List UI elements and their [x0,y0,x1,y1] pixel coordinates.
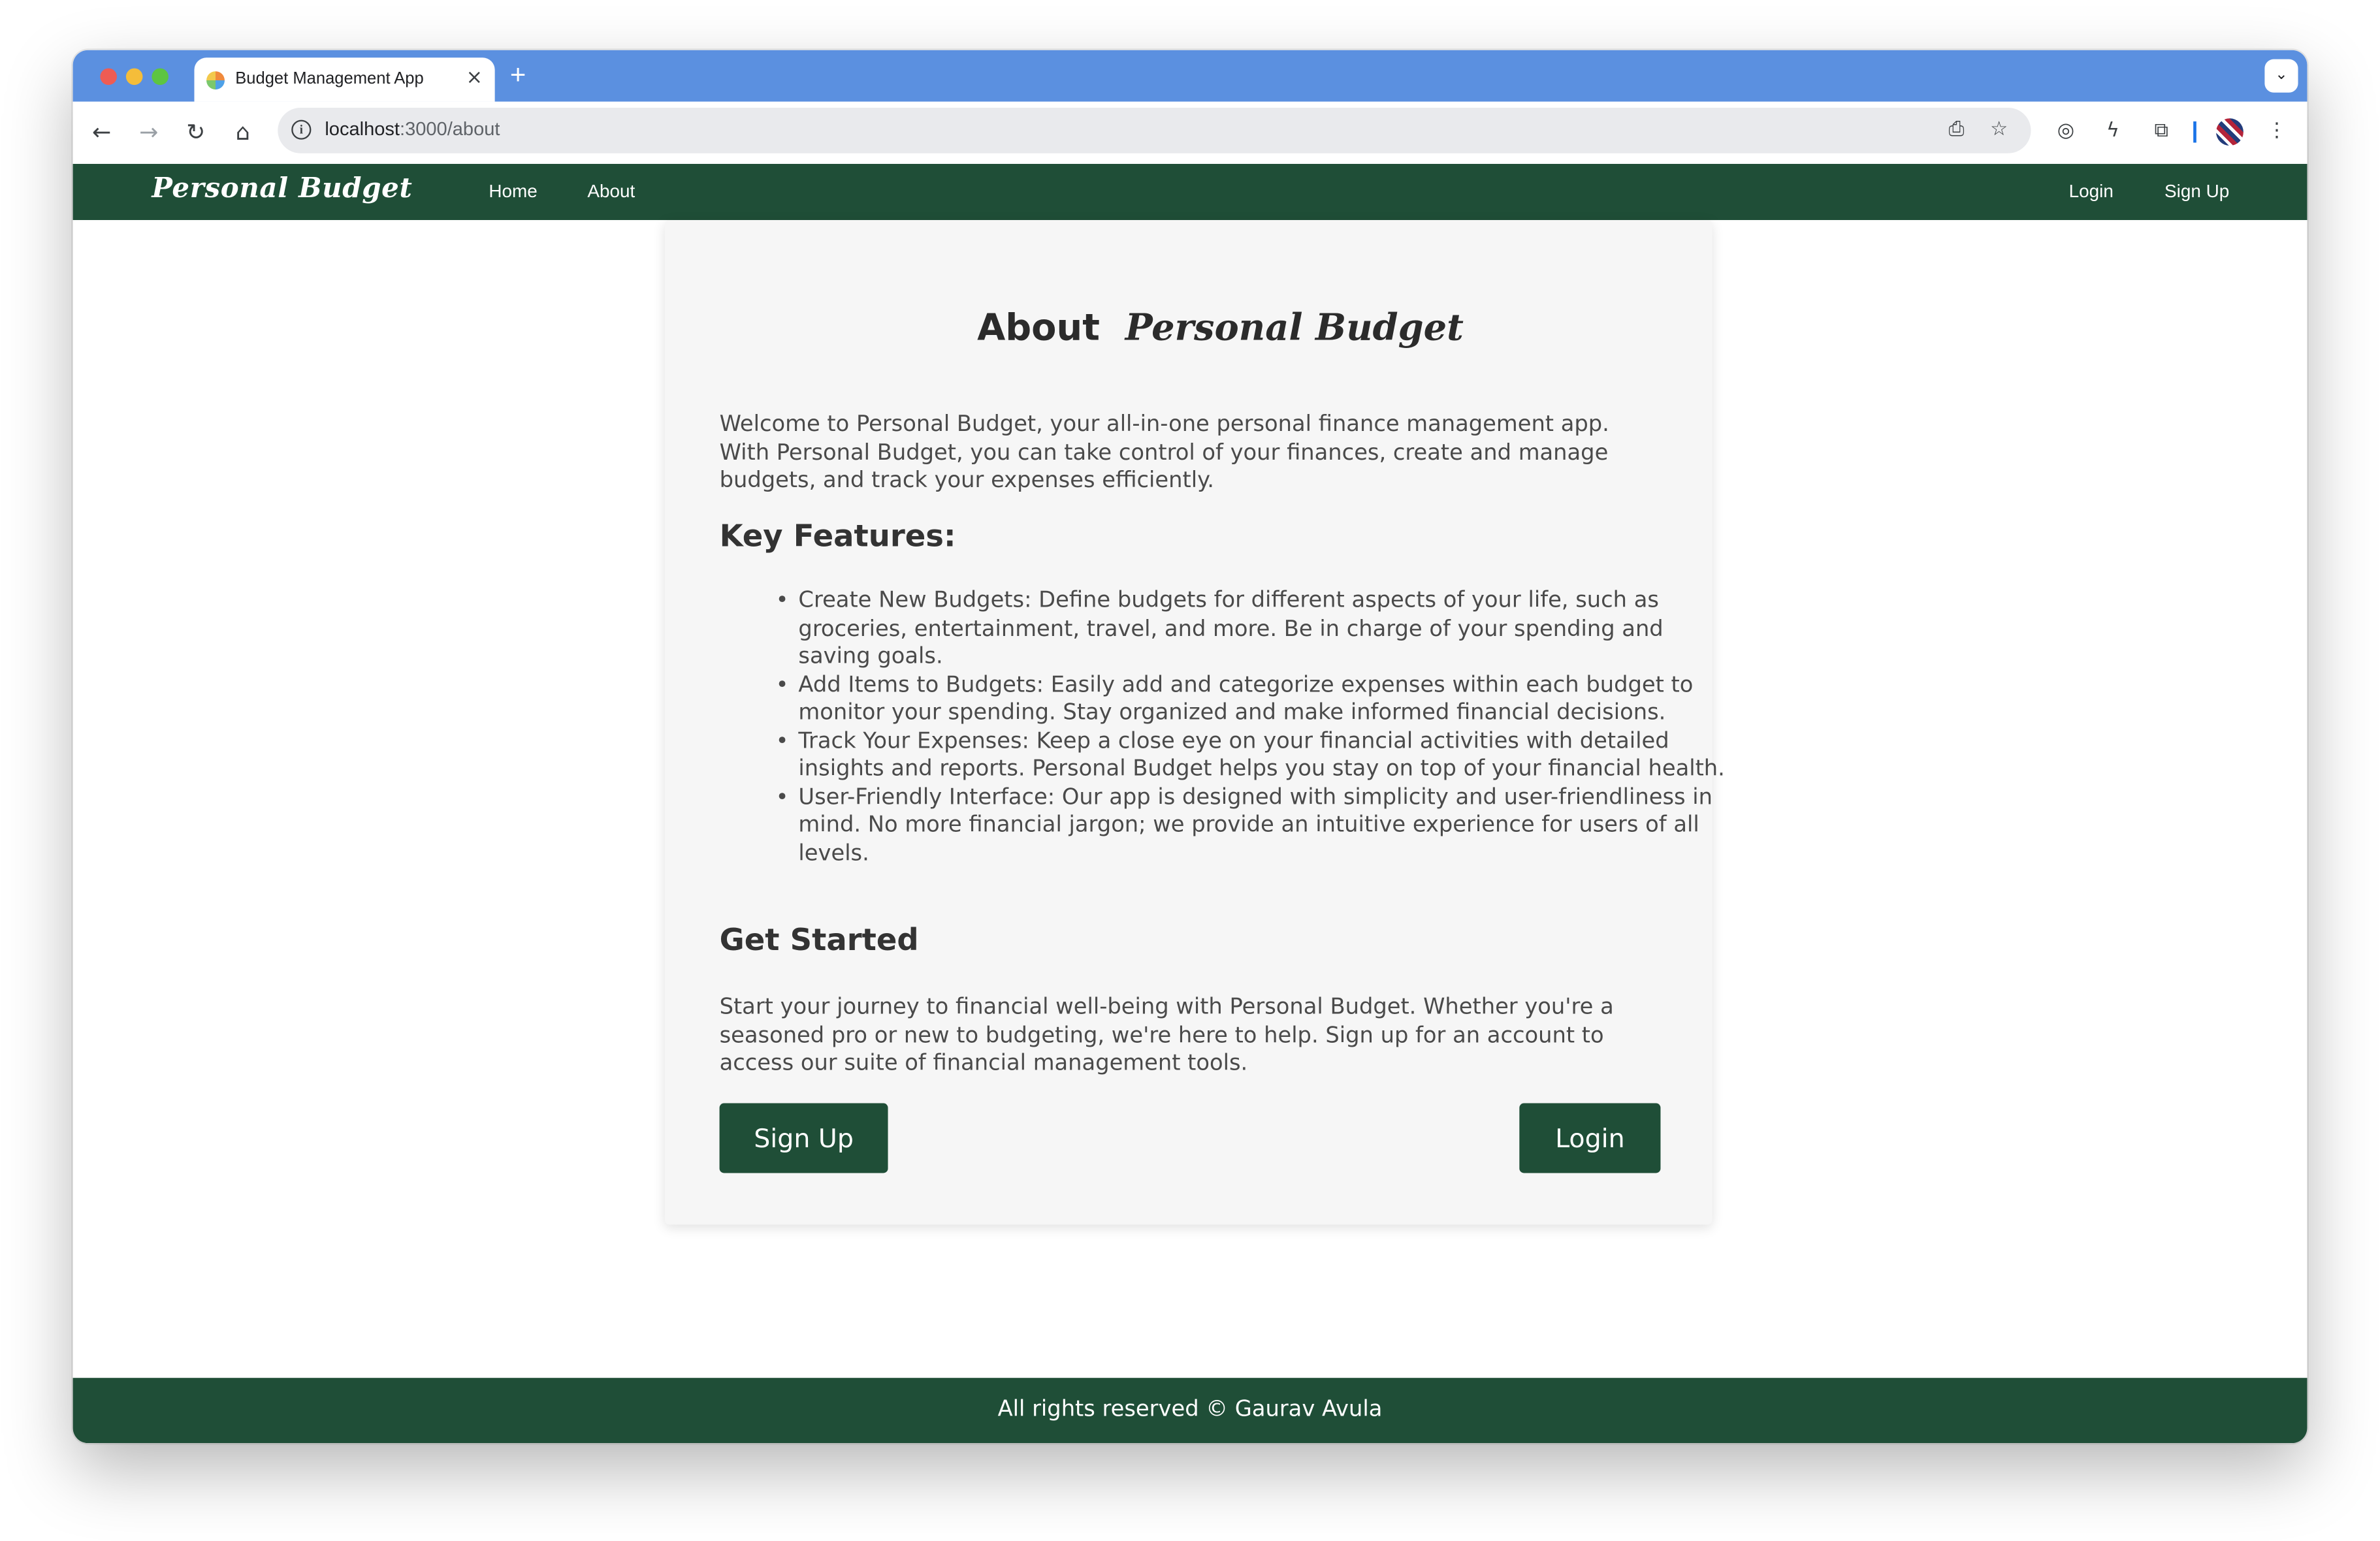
feature-item-user-friendly: User-Friendly Interface: Our app is desi… [776,784,1739,868]
tab-close-button[interactable]: × [466,67,483,91]
menu-kebab-icon[interactable]: ⋮ [2263,118,2291,146]
favicon-icon [206,71,225,90]
site-info-icon[interactable]: i [291,119,312,140]
features-list: Create New Budgets: Define budgets for d… [720,587,1740,868]
browser-tab[interactable]: Budget Management App × [194,57,495,102]
extensions-puzzle-icon[interactable]: ⧉ [2147,118,2175,146]
toolbar-divider [2193,121,2196,143]
forward-arrow-icon[interactable]: → [135,118,163,146]
get-started-heading: Get Started [719,921,919,958]
screenshot-stage: Budget Management App × + ⌄ ← → ↻ ⌂ i lo… [0,0,2380,1540]
nav-link-home[interactable]: Home [489,181,537,202]
profile-avatar-icon[interactable] [2216,118,2243,146]
url-text: localhost:3000/about [325,118,500,140]
intro-paragraph: Welcome to Personal Budget, your all-in-… [719,413,1609,494]
maximize-window-button[interactable] [152,68,169,86]
nav-link-about[interactable]: About [587,181,635,202]
browser-toolbar: ← → ↻ ⌂ i localhost:3000/about ⎙ ☆ ◎ ϟ ⧉… [72,101,2308,166]
login-button[interactable]: Login [1519,1103,1661,1173]
about-card: About Personal Budget Welcome to Persona… [664,219,1725,1225]
feature-item-track-expenses: Track Your Expenses: Keep a close eye on… [776,727,1739,784]
minimize-window-button[interactable] [125,68,143,86]
app-navbar: Personal Budget Home About Login Sign Up [72,163,2308,220]
close-window-button[interactable] [100,68,117,86]
address-bar[interactable]: i localhost:3000/about ⎙ ☆ [278,108,2031,153]
tab-search-button[interactable]: ⌄ [2264,59,2298,93]
page-title: About Personal Budget [665,305,1713,349]
title-prefix: About [977,306,1100,349]
get-started-paragraph: Start your journey to financial well-bei… [719,995,1614,1076]
features-heading: Key Features: [719,517,956,554]
new-tab-button[interactable]: + [510,59,526,89]
install-app-icon[interactable]: ⎙ [1943,117,1970,144]
feature-item-add-items: Add Items to Budgets: Easily add and cat… [776,671,1739,727]
nav-link-login[interactable]: Login [2069,181,2114,202]
home-icon[interactable]: ⌂ [229,118,257,146]
web-page: Personal Budget Home About Login Sign Up… [72,163,2308,1444]
nav-link-signup[interactable]: Sign Up [2164,181,2229,202]
title-brand: Personal Budget [1125,305,1464,349]
feature-item-create-budgets: Create New Budgets: Define budgets for d… [776,587,1739,671]
bookmark-star-icon[interactable]: ☆ [1986,117,2013,144]
browser-window: Budget Management App × + ⌄ ← → ↻ ⌂ i lo… [72,50,2308,1444]
brand-logo[interactable]: Personal Budget [152,173,412,205]
tab-title: Budget Management App [235,69,424,88]
tab-strip: Budget Management App × + ⌄ [72,50,2308,102]
url-path: :3000/about [400,118,500,140]
extension-bolt-icon[interactable]: ϟ [2099,118,2127,146]
signup-button[interactable]: Sign Up [719,1103,888,1173]
extension-lens-icon[interactable]: ◎ [2052,118,2080,146]
url-host: localhost [325,118,400,140]
reload-icon[interactable]: ↻ [182,118,210,146]
page-footer: All rights reserved © Gaurav Avula [72,1378,2308,1444]
back-arrow-icon[interactable]: ← [88,118,116,146]
